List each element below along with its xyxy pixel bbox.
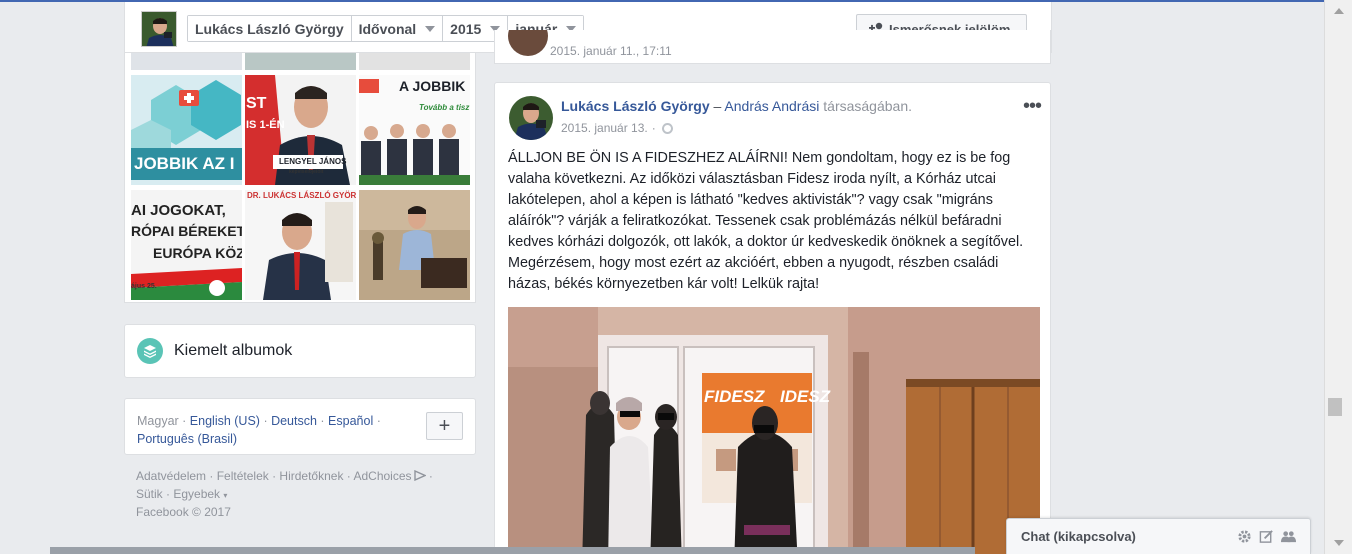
photo-caption-sub: Tovább a tisz [419,103,470,112]
header-overlap [494,2,1051,53]
language-espanol[interactable]: Español [328,414,373,428]
post-photo[interactable]: FIDESZ IDESZ [508,307,1040,554]
crumb-profile-label: Lukács László György [195,20,344,37]
scroll-up-icon[interactable] [1334,8,1344,14]
post-dash: – [713,98,722,114]
featured-albums[interactable]: Kiemelt albumok [124,324,476,378]
photo-partial-2[interactable] [245,53,356,70]
footer-terms[interactable]: Feltételek [217,469,269,483]
photo-partial-3[interactable] [359,53,470,70]
group-icon[interactable] [1281,529,1296,544]
photo-caption-mid: IS 1-ÉN [246,119,285,131]
chevron-down-icon [425,25,436,32]
footer-more[interactable]: Egyebek [173,487,220,501]
albums-icon [137,338,163,364]
chat-label: Chat (kikapcsolva) [1021,529,1136,544]
next-row-partial [50,547,975,554]
footer-copyright: Facebook © 2017 [136,505,231,519]
photo-caption: A JOBBIK [399,78,466,94]
post-meta: 2015. január 13. · [561,121,673,135]
street-scene-image [508,307,1040,554]
photo-date: ájus 25. [131,283,157,290]
photo-sign-fidesz-2: IDESZ [780,387,831,406]
gear-icon[interactable] [1237,529,1252,544]
more-languages-button[interactable]: + [426,412,463,440]
lang-sep: · [316,414,329,428]
post-date[interactable]: 2015. január 13. [561,121,648,135]
photo-caption-top: ST [246,95,267,112]
crumb-section-label: Idővonal [358,20,417,37]
language-portugues[interactable]: Português (Brasil) [137,432,237,446]
globe-icon[interactable] [661,122,673,134]
language-selector: Magyar · English (US) · Deutsch · Españo… [124,398,476,455]
timeline-post: Lukács László György – András Andrási tá… [494,82,1051,554]
post-author-link[interactable]: Lukács László György [561,98,710,114]
author-avatar-image [509,96,553,140]
albums-title: Kiemelt albumok [174,342,293,359]
footer-adchoices[interactable]: AdChoices [353,469,411,483]
crumb-section-dropdown[interactable]: Idővonal [351,16,444,41]
profile-avatar[interactable] [141,11,177,47]
scroll-thumb[interactable] [1328,398,1342,416]
photo-office[interactable] [359,190,470,300]
lang-sep: · [373,414,381,428]
photo-caption-name: LENGYEL JÁNOS [279,157,347,166]
adchoices-icon [413,469,427,482]
post-tag-suffix: társaságában. [823,98,912,114]
photo-jobbik-health[interactable]: JOBBIK AZ I [131,75,242,185]
post-tagged-friend[interactable]: András Andrási [724,98,819,114]
photo-jobbik-team[interactable]: A JOBBIK Tovább a tisz [359,75,470,185]
compose-icon[interactable] [1259,529,1274,544]
footer-more-caret: ▾ [223,490,228,500]
photo-caption: DR. LUKÁCS LÁSZLÓ GYÖR [247,191,356,200]
photo-caption-sub: képviselőjelölt [289,169,324,175]
photo-lengyel-janos[interactable]: ST IS 1-ÉN LENGYEL JÁNOS képviselőjelölt [245,75,356,185]
photo-caption: JOBBIK AZ I [134,154,235,173]
crumb-year-label: 2015 [450,20,482,37]
lukacs-poster-image [245,190,356,300]
photo-partial-1[interactable] [131,53,242,70]
chat-bar[interactable]: Chat (kikapcsolva) [1006,518,1311,554]
crumb-profile-name[interactable]: Lukács László György [188,16,352,41]
lang-sep: · [259,414,272,428]
photo-line2: RÓPAI BÉREKET [131,223,242,239]
footer-advertising[interactable]: Hirdetőknek [279,469,343,483]
photo-europa[interactable]: AI JOGOKAT, RÓPAI BÉREKET EURÓPA KÖZ áju… [131,190,242,300]
page-scrollbar[interactable] [1324,0,1352,554]
language-current: Magyar [137,414,179,428]
office-photo-image [359,190,470,300]
footer-cookies[interactable]: Sütik [136,487,163,501]
scroll-down-icon[interactable] [1334,540,1344,546]
photo-grid: JOBBIK AZ I ST IS 1-ÉN LENGYEL JÁNOS kép… [124,53,476,303]
layers-icon [144,345,156,358]
language-deutsch[interactable]: Deutsch [271,414,317,428]
post-text: ÁLLJON BE ÖN IS A FIDESZHEZ ALÁÍRNI! Nem… [508,150,1024,292]
post-options-icon[interactable]: ••• [1023,95,1042,118]
photo-line3: EURÓPA KÖZ [153,245,242,261]
footer-links: Adatvédelem · Feltételek · Hirdetőknek ·… [136,469,433,519]
photo-line1: AI JOGOKAT, [131,202,226,219]
chat-icons [1237,529,1296,544]
photo-sign-fidesz: FIDESZ [704,387,765,406]
post-header: Lukács László György – András Andrási tá… [561,98,912,114]
post-author-avatar[interactable] [509,96,553,140]
avatar-image [142,12,176,46]
footer-privacy[interactable]: Adatvédelem [136,469,206,483]
photo-lukacs-poster[interactable]: DR. LUKÁCS LÁSZLÓ GYÖR [245,190,356,300]
lang-sep: · [178,414,190,428]
meta-dot: · [651,121,656,135]
language-english[interactable]: English (US) [190,414,260,428]
